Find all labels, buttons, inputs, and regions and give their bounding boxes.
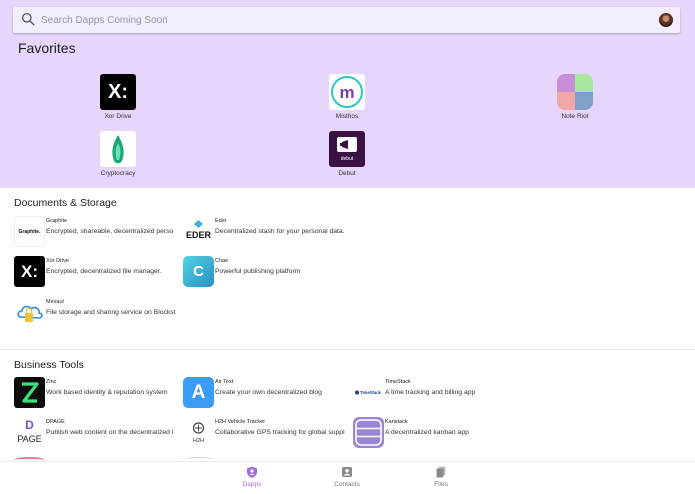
favorite-label: Note Riot (561, 113, 589, 120)
nav-tab-contacts[interactable]: Contacts (317, 466, 377, 488)
dpage-icon-letter: D (25, 418, 34, 432)
bottom-nav: Dapps Contacts Files (0, 461, 695, 494)
xor-drive-icon-glyph: X: (21, 261, 38, 281)
files-icon (436, 466, 446, 478)
app-name: Air Text (215, 379, 234, 385)
app-description: A time tracking and billing app (385, 389, 476, 396)
svg-text:m: m (339, 83, 354, 102)
app-description: Decentralized stash for your personal da… (215, 228, 345, 235)
app-description: Collaborative GPS tracking for global su… (215, 429, 345, 436)
app-name: H2H Vehicle Tracker (215, 419, 266, 425)
favorite-label: Misthos (335, 113, 359, 120)
timestack-icon-text: TimeStack (360, 390, 381, 395)
xor-drive-icon: X: (100, 74, 136, 110)
app-xor-drive[interactable]: X: Xor Drive Encrypted, decentralized fi… (14, 256, 179, 290)
h2h-icon: H2H (183, 417, 214, 448)
app-description: Encrypted, decentralized file manager. (46, 268, 162, 275)
app-graphite[interactable]: Graphite. Graphite Encrypted, shareable,… (14, 216, 179, 250)
air-text-icon: A (183, 377, 214, 408)
app-description: Encrypted, shareable, decentralized pers… (46, 228, 174, 235)
app-chae[interactable]: C Chae Powerful publishing platform (183, 256, 383, 290)
search-input[interactable] (41, 10, 641, 30)
app-name: Zinc (46, 379, 57, 385)
avatar[interactable] (659, 13, 673, 27)
eder-icon-text: EDER (185, 230, 211, 240)
nav-tab-dapps[interactable]: Dapps (222, 466, 282, 488)
app-timestack[interactable]: TimeStack TimeStack A time tracking and … (353, 377, 513, 411)
app-kanstack[interactable]: Kanstack A decentralized kanban app (353, 417, 513, 451)
dpage-icon-word: PAGE (17, 434, 42, 444)
app-name: TimeStack (385, 379, 411, 385)
chae-icon-letter: C (193, 263, 204, 280)
mevaul-icon (14, 297, 45, 328)
app-description: Work based identity & reputation system (46, 389, 168, 396)
h2h-icon-text: H2H (192, 438, 204, 444)
favorite-label: Debut (338, 170, 356, 177)
section-title-business: Business Tools (14, 359, 84, 371)
app-mevaul[interactable]: Mevaul File storage and sharing service … (14, 297, 179, 331)
section-title-documents: Documents & Storage (14, 197, 117, 209)
dpage-icon: D PAGE (14, 417, 45, 448)
app-air-text[interactable]: A Air Text Create your own decentralized… (183, 377, 348, 411)
section-divider (0, 349, 695, 350)
app-description: A decentralized kanban app (385, 429, 469, 436)
graphite-icon-text: Graphite. (18, 228, 41, 235)
app-description: Powerful publishing platform (215, 268, 301, 275)
nav-tab-files[interactable]: Files (411, 466, 471, 488)
favorites-title: Favorites (18, 40, 76, 56)
app-name: Eder (215, 218, 227, 224)
app-description: Publish web content on the decentralized… (46, 429, 174, 436)
favorite-debut[interactable]: debut Debut (302, 131, 392, 177)
favorite-label: Xor Drive (104, 113, 132, 120)
chae-icon: C (183, 256, 214, 287)
timestack-icon: TimeStack (353, 377, 384, 408)
favorite-xor-drive[interactable]: X: Xor Drive (73, 74, 163, 120)
app-name: Kanstack (385, 419, 408, 425)
app-name: Graphite (46, 218, 68, 224)
nav-label: Files (434, 481, 448, 488)
app-description: File storage and sharing service on Bloc… (46, 309, 176, 316)
xor-drive-icon: X: (14, 256, 45, 287)
graphite-icon: Graphite. (14, 216, 45, 247)
favorites-panel: Favorites X: Xor Drive m Misthos (0, 0, 695, 188)
app-window: Favorites X: Xor Drive m Misthos (0, 0, 695, 494)
favorite-cryptocracy[interactable]: Cryptocracy (73, 131, 163, 177)
note-riot-icon (557, 74, 593, 110)
misthos-icon: m (329, 74, 365, 110)
app-description: Create your own decentralized blog (215, 389, 322, 396)
nav-label: Dapps (242, 481, 262, 488)
app-h2h-vehicle-tracker[interactable]: H2H H2H Vehicle Tracker Collaborative GP… (183, 417, 348, 451)
app-zinc[interactable]: Zinc Work based identity & reputation sy… (14, 377, 179, 411)
cryptocracy-icon (100, 131, 136, 167)
nav-label: Contacts (334, 481, 360, 488)
eder-icon: EDER (183, 216, 214, 247)
search-icon (21, 12, 35, 26)
favorite-label: Cryptocracy (100, 170, 136, 177)
app-name: Chae (215, 258, 229, 264)
debut-icon: debut (329, 131, 365, 167)
zinc-icon (14, 377, 45, 408)
debut-icon-text: debut (340, 156, 354, 162)
app-name: Xor Drive (46, 258, 69, 264)
air-text-icon-letter: A (191, 381, 206, 403)
app-dpage[interactable]: D PAGE DPAGE Publish web content on the … (14, 417, 179, 451)
app-eder[interactable]: EDER Eder Decentralized stash for your p… (183, 216, 383, 250)
favorite-note-riot[interactable]: Note Riot (530, 74, 620, 120)
app-name: Mevaul (46, 299, 64, 305)
dapps-icon (247, 466, 257, 478)
app-name: DPAGE (46, 419, 65, 425)
favorite-misthos[interactable]: m Misthos (302, 74, 392, 120)
xor-drive-icon-glyph: X: (108, 80, 128, 103)
kanstack-icon (353, 417, 384, 448)
search-bar[interactable] (13, 7, 680, 33)
contacts-icon (342, 467, 352, 477)
